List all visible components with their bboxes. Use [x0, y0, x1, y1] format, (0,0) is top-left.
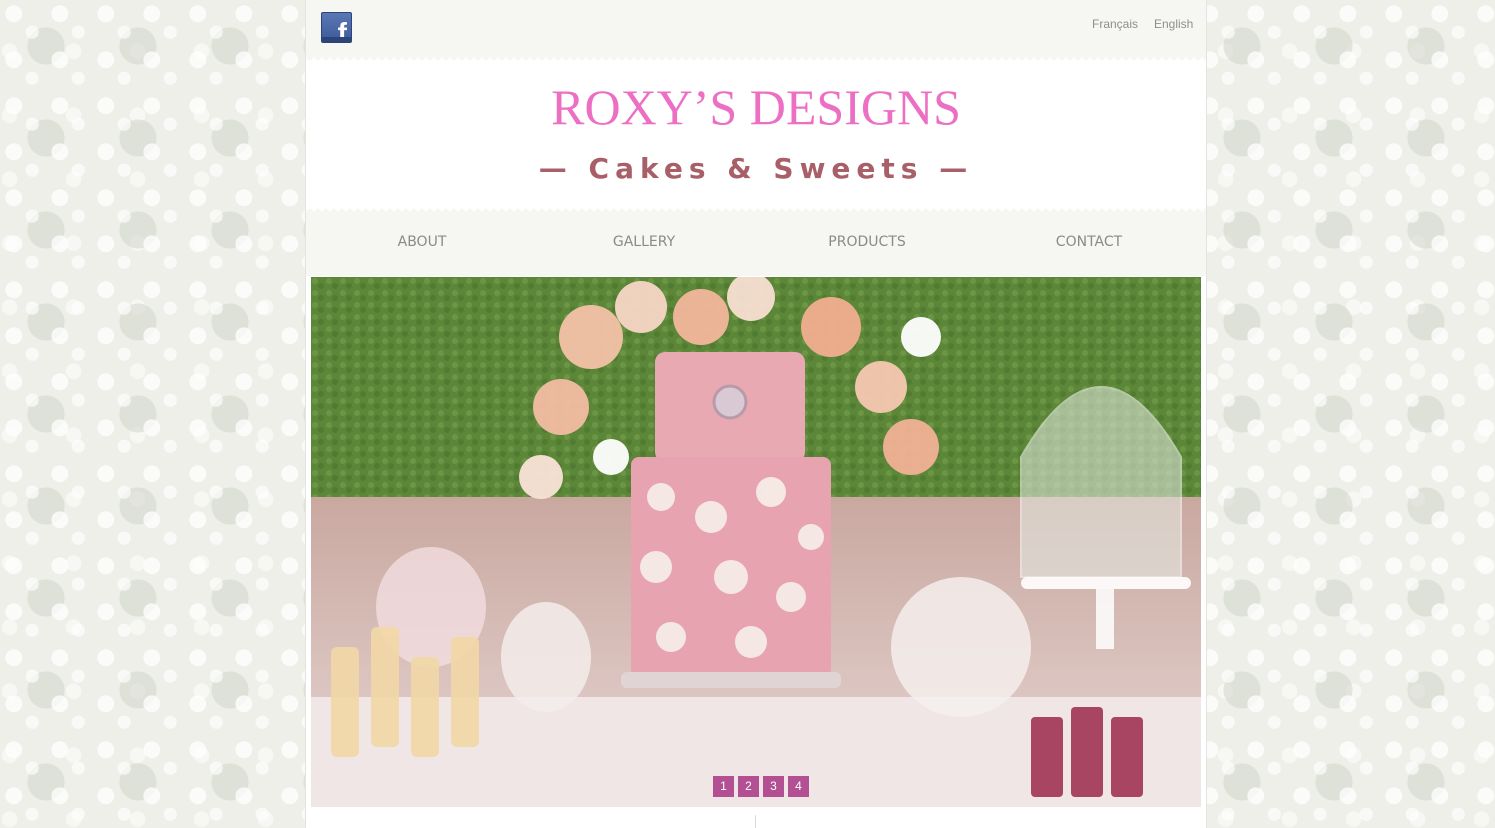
main-nav: ABOUT GALLERY PRODUCTS CONTACT: [306, 212, 1206, 276]
slider-dot-2[interactable]: 2: [738, 776, 759, 797]
language-english-link[interactable]: English: [1154, 17, 1193, 31]
slider-dot-4[interactable]: 4: [788, 776, 809, 797]
top-bar: f Français English: [306, 0, 1206, 57]
facebook-icon[interactable]: f: [321, 12, 352, 43]
hero-image: [311, 277, 1201, 807]
nav-contact[interactable]: CONTACT: [1056, 234, 1122, 250]
hero-slider[interactable]: 1234: [311, 277, 1201, 807]
language-french-link[interactable]: Français: [1092, 17, 1138, 31]
nav-about[interactable]: ABOUT: [398, 234, 447, 250]
slider-dot-3[interactable]: 3: [763, 776, 784, 797]
nav-products[interactable]: PRODUCTS: [828, 234, 905, 250]
column-divider: [755, 815, 756, 828]
slider-pagination: 1234: [713, 775, 813, 797]
slider-dot-1[interactable]: 1: [713, 776, 734, 797]
page-container: f Français English ROXY’S DESIGNS — Cake…: [305, 0, 1207, 828]
content-strip: [306, 807, 1206, 828]
site-title: ROXY’S DESIGNS: [551, 79, 961, 135]
nav-gallery[interactable]: GALLERY: [613, 234, 675, 250]
site-tagline: — Cakes & Sweets —: [538, 152, 974, 185]
scallop-border-top: [306, 57, 1206, 63]
